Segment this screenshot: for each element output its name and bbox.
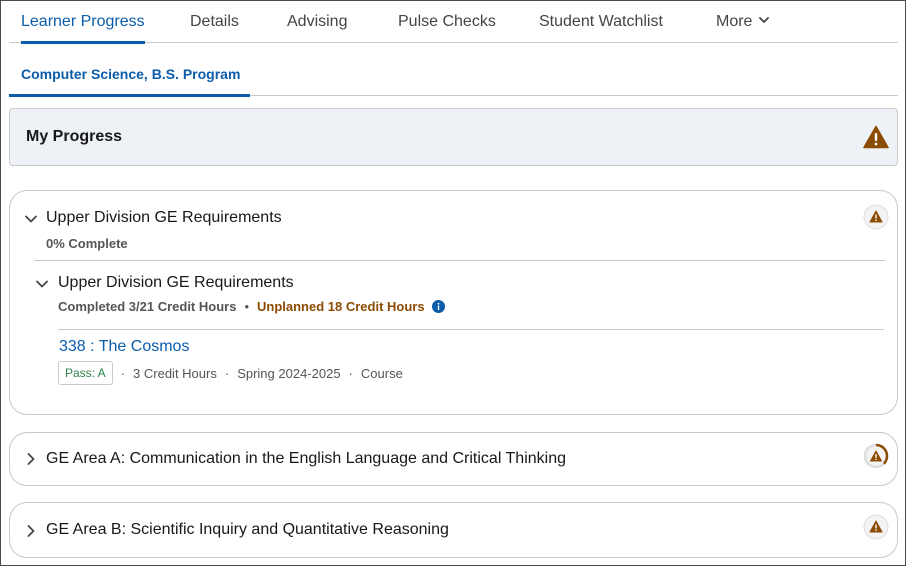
chevron-down-icon	[758, 0, 770, 44]
info-icon[interactable]	[431, 300, 445, 313]
grade-badge: Pass: A	[58, 361, 113, 385]
tab-more-label: More	[716, 13, 753, 31]
tab-advising[interactable]: Advising	[287, 0, 347, 42]
requirement-card-upper-division: Upper Division GE Requirements 0% Comple…	[9, 190, 898, 415]
divider	[58, 329, 884, 330]
chevron-right-icon[interactable]	[24, 524, 38, 538]
page-title: My Progress	[26, 128, 123, 145]
tab-details[interactable]: Details	[190, 0, 239, 42]
chevron-right-icon[interactable]	[24, 452, 38, 466]
top-tab-bar: Learner Progress Details Advising Pulse …	[9, 0, 898, 44]
completion-percent: 0% Complete	[46, 236, 128, 251]
separator-dot: ·	[348, 365, 353, 381]
requirement-card-ge-area-b[interactable]: GE Area B: Scientific Inquiry and Quanti…	[9, 502, 898, 558]
divider	[34, 260, 885, 261]
course-details: Pass: A · 3 Credit Hours · Spring 2024-2…	[58, 361, 403, 385]
tab-student-watchlist[interactable]: Student Watchlist	[539, 0, 663, 42]
tab-pulse-checks[interactable]: Pulse Checks	[398, 0, 496, 42]
requirement-title[interactable]: Upper Division GE Requirements	[46, 209, 282, 227]
course-link[interactable]: 338 : The Cosmos	[59, 338, 189, 356]
separator-dot: •	[244, 299, 249, 314]
program-tab-bar: Computer Science, B.S. Program	[9, 43, 898, 97]
course-type: Course	[360, 365, 403, 381]
course-credits: 3 Credit Hours	[133, 365, 217, 381]
course-term: Spring 2024-2025	[237, 365, 341, 381]
separator-dot: ·	[224, 365, 230, 381]
requirement-title[interactable]: GE Area A: Communication in the English …	[46, 450, 566, 468]
tab-program[interactable]: Computer Science, B.S. Program	[9, 43, 250, 97]
my-progress-header: My Progress	[9, 108, 898, 166]
requirement-title[interactable]: GE Area B: Scientific Inquiry and Quanti…	[46, 521, 449, 539]
tab-more[interactable]: More	[716, 0, 770, 42]
credit-summary: Completed 3/21 Credit Hours • Unplanned …	[58, 299, 445, 314]
warning-progress-ring-icon	[863, 443, 889, 469]
chevron-down-icon[interactable]	[35, 277, 49, 291]
warning-icon	[863, 125, 889, 149]
chevron-down-icon[interactable]	[24, 212, 38, 226]
completed-credits: Completed 3/21 Credit Hours	[58, 299, 237, 314]
requirement-card-ge-area-a[interactable]: GE Area A: Communication in the English …	[9, 432, 898, 486]
sub-requirement-title[interactable]: Upper Division GE Requirements	[58, 274, 294, 292]
warning-icon	[863, 204, 889, 230]
tab-learner-progress[interactable]: Learner Progress	[21, 0, 145, 44]
warning-icon	[863, 514, 889, 540]
separator-dot: ·	[120, 365, 126, 381]
unplanned-credits: Unplanned 18 Credit Hours	[257, 299, 425, 314]
